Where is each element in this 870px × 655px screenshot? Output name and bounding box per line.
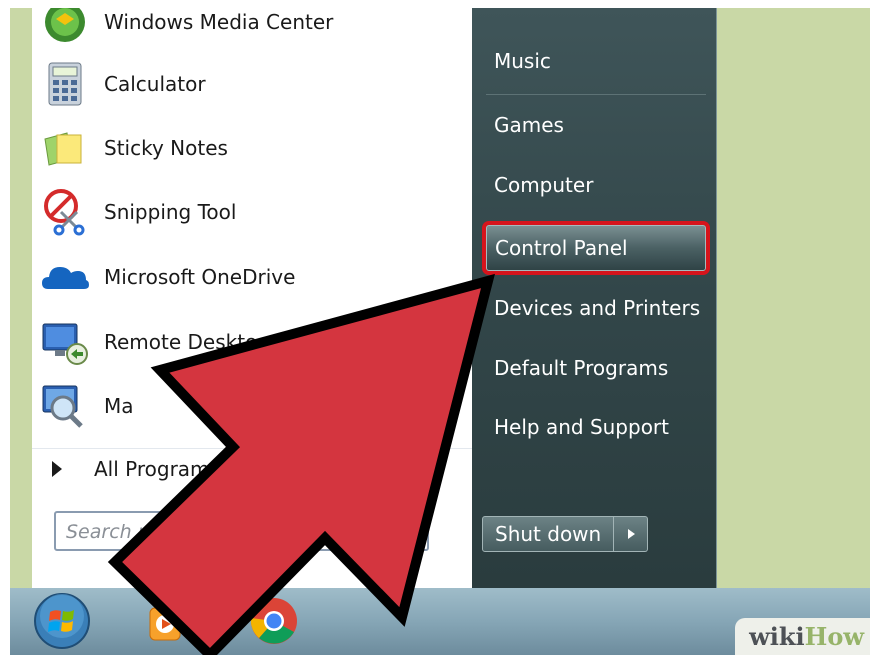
expand-arrow-icon [52,461,62,477]
program-label: Ma [104,394,134,418]
program-label: Remote Desktop Co [104,330,303,354]
menu-item-control-panel[interactable]: Control Panel [486,225,706,271]
snipping-tool-icon [40,187,90,237]
menu-item-music[interactable]: Music [486,39,704,83]
search-icon[interactable] [393,517,423,545]
remote-desktop-icon [40,317,90,367]
watermark-part2: How [804,622,864,651]
program-item-windows-media-center[interactable]: Windows Media Center [32,8,472,52]
program-item-calculator[interactable]: Calculator [32,54,472,114]
media-center-icon [40,8,90,47]
program-item-snipping-tool[interactable]: Snipping Tool [32,182,472,242]
windows-start-orb-icon [34,593,90,649]
program-item-remote-desktop[interactable]: Remote Desktop Co [32,312,472,372]
menu-item-computer[interactable]: Computer [486,163,704,207]
menu-item-default-programs[interactable]: Default Programs [486,346,704,390]
program-item-sticky-notes[interactable]: Sticky Notes [32,118,472,178]
onedrive-icon [40,252,90,302]
menu-item-devices-and-printers[interactable]: Devices and Printers [486,286,704,330]
search-input[interactable] [64,517,388,547]
menu-item-label: Games [494,113,564,137]
taskbar-chrome[interactable] [244,592,304,650]
menu-item-label: Help and Support [494,415,669,439]
magnifier-icon [40,381,90,431]
menu-item-label: Control Panel [495,236,628,260]
menu-item-label: Devices and Printers [494,296,701,320]
program-item-magnifier[interactable]: Ma [32,376,472,436]
menu-item-label: Default Programs [494,356,669,380]
program-item-microsoft-onedrive[interactable]: Microsoft OneDrive [32,247,472,307]
wikihow-watermark: wiki How [735,618,870,655]
start-button[interactable] [32,592,92,650]
program-label: Calculator [104,72,206,96]
program-label: Snipping Tool [104,200,237,224]
all-programs-label: All Programs [94,457,220,481]
program-label: Sticky Notes [104,136,228,160]
chrome-icon [250,598,297,644]
sticky-notes-icon [40,123,90,173]
watermark-part1: wiki [749,622,805,651]
shutdown-options-button[interactable] [614,516,649,552]
menu-item-label: Computer [494,173,594,197]
program-label: Microsoft OneDrive [104,265,296,289]
menu-item-help-and-support[interactable]: Help and Support [486,405,704,449]
start-menu-places-pane: Music Games Computer Control Panel Devic… [472,8,717,588]
screenshot-frame: Windows Media Center Calculator Sticky N… [10,8,870,655]
all-programs-item[interactable]: All Programs [32,448,472,489]
menu-separator [486,94,706,95]
search-box[interactable] [54,511,429,551]
media-player-icon [149,607,181,641]
program-label: Windows Media Center [104,10,334,34]
calculator-icon [40,59,90,109]
shutdown-button[interactable]: Shut down [482,516,615,552]
taskbar-media-player[interactable] [136,592,196,650]
shutdown-group: Shut down [482,516,649,552]
chevron-right-icon [627,529,635,539]
menu-item-games[interactable]: Games [486,103,704,147]
start-menu-programs-pane: Windows Media Center Calculator Sticky N… [32,8,473,588]
menu-item-label: Music [494,49,551,73]
